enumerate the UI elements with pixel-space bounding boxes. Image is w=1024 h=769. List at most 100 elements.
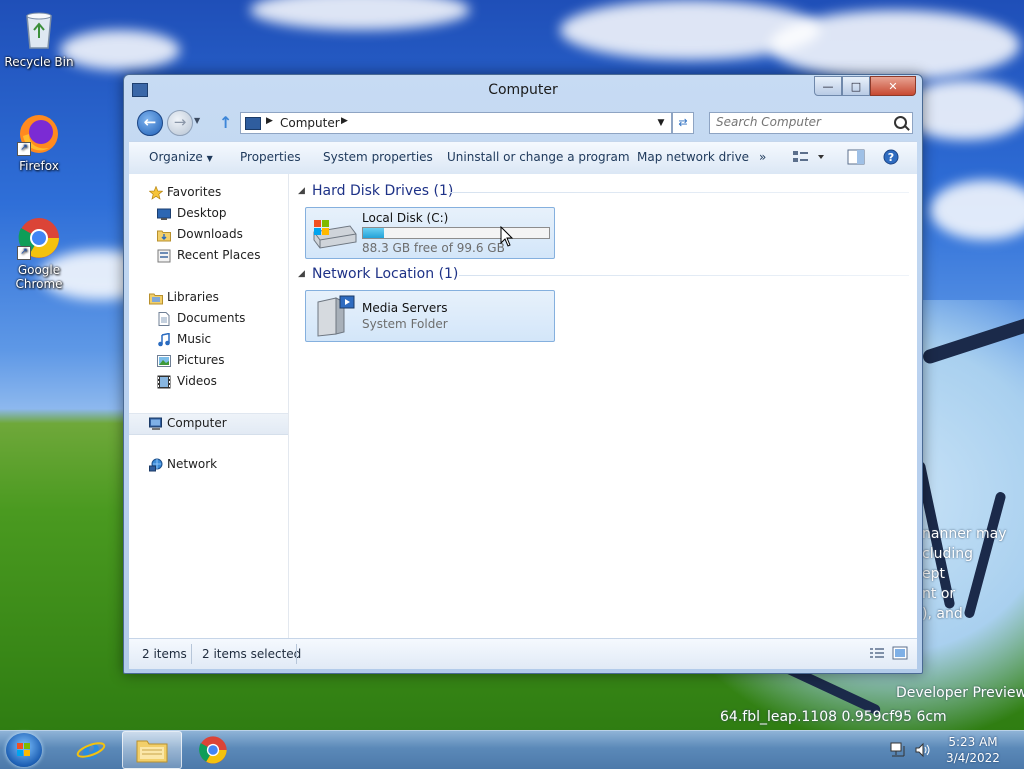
volume-icon[interactable]	[914, 742, 932, 758]
desktop-icon-chrome[interactable]: ↗ Google Chrome	[1, 216, 77, 291]
nav-pictures[interactable]: Pictures	[129, 351, 288, 371]
watermark-line: nt or	[922, 586, 956, 602]
view-options-icon	[793, 151, 824, 162]
organize-label: Organize	[149, 150, 203, 164]
drive-capacity-bar	[362, 227, 550, 239]
close-button[interactable]: ✕	[870, 76, 916, 96]
status-divider	[296, 644, 297, 664]
watermark-line: nanner may	[922, 526, 1007, 542]
nav-computer[interactable]: Computer	[129, 413, 288, 435]
search-box	[709, 112, 913, 134]
drive-tile-local-disk-c[interactable]: Local Disk (C:) 88.3 GB free of 99.6 GB	[305, 207, 555, 259]
media-server-icon	[317, 295, 355, 337]
nav-label: Computer	[167, 416, 227, 430]
more-commands-button[interactable]: »	[759, 150, 766, 164]
nav-label: Pictures	[177, 353, 225, 367]
nav-recent-places[interactable]: Recent Places	[129, 246, 288, 266]
group-header-network-location[interactable]: Network Location (1)	[312, 266, 458, 282]
search-icon[interactable]	[894, 116, 907, 129]
nav-label: Documents	[177, 311, 246, 325]
folder-icon	[136, 740, 168, 763]
title-bar[interactable]: Computer — □ ✕	[124, 75, 922, 105]
watermark-line: ept	[922, 566, 945, 582]
drive-free-space: 88.3 GB free of 99.6 GB	[362, 241, 505, 255]
maximize-button[interactable]: □	[842, 76, 870, 96]
change-view-button[interactable]	[792, 149, 828, 168]
drive-capacity-fill	[363, 228, 385, 238]
libraries-icon	[149, 293, 163, 305]
nav-libraries[interactable]: Libraries	[129, 288, 288, 308]
network-location-name: Media Servers	[362, 301, 448, 315]
downloads-folder-icon	[157, 230, 171, 242]
music-icon	[158, 333, 170, 347]
breadcrumb-computer[interactable]: Computer	[280, 116, 340, 130]
firefox-icon: ↗	[17, 112, 61, 156]
windows-logo-icon	[17, 743, 31, 757]
watermark-line: cluding	[922, 546, 973, 562]
large-icons-view-button[interactable]	[892, 646, 908, 663]
watermark-build-number: 64.fbl_leap.1108 0.959cf95 6cm	[720, 709, 947, 725]
nav-desktop[interactable]: Desktop	[129, 204, 288, 224]
nav-label: Recent Places	[177, 248, 261, 262]
nav-downloads[interactable]: Downloads	[129, 225, 288, 245]
chrome-icon	[199, 736, 227, 764]
nav-label: Libraries	[167, 290, 219, 304]
large-icons-view-icon	[892, 646, 908, 660]
breadcrumb-chevron-icon[interactable]: ▶	[266, 116, 273, 126]
address-bar[interactable]: ▶ Computer ▶ ▼	[240, 112, 672, 134]
taskbar-chrome[interactable]	[184, 731, 242, 767]
help-icon: ?	[883, 149, 899, 165]
system-clock[interactable]: 5:23 AM 3/4/2022	[946, 734, 1000, 766]
taskbar-file-explorer[interactable]	[122, 731, 182, 769]
network-tile-media-servers[interactable]: Media Servers System Folder	[305, 290, 555, 342]
nav-label: Music	[177, 332, 212, 346]
map-network-drive-button[interactable]: Map network drive	[637, 150, 749, 164]
arrow-up-icon: ↑	[219, 113, 233, 132]
arrow-left-icon: ←	[143, 113, 157, 131]
breadcrumb-chevron-icon[interactable]: ▶	[341, 116, 348, 126]
uninstall-program-button[interactable]: Uninstall or change a program	[447, 150, 630, 164]
desktop-icon-firefox[interactable]: ↗ Firefox	[1, 112, 77, 173]
group-header-hard-disk-drives[interactable]: Hard Disk Drives (1)	[312, 183, 453, 199]
nav-music[interactable]: Music	[129, 330, 288, 350]
status-divider	[191, 644, 192, 664]
system-properties-button[interactable]: System properties	[323, 150, 433, 164]
drive-name: Local Disk (C:)	[362, 211, 449, 225]
taskbar-internet-explorer[interactable]: e	[62, 731, 120, 767]
nav-favorites[interactable]: Favorites	[129, 183, 288, 203]
content-area: Favorites Desktop Downloads Recent Place…	[129, 174, 917, 638]
properties-button[interactable]: Properties	[240, 150, 301, 164]
group-collapse-icon[interactable]: ◢	[298, 269, 305, 279]
help-button[interactable]: ?	[883, 149, 899, 168]
clock-time: 5:23 AM	[948, 735, 998, 749]
search-input[interactable]	[710, 113, 886, 131]
network-tray-icon[interactable]	[890, 742, 908, 758]
hard-drive-icon	[313, 220, 357, 249]
details-view-button[interactable]	[869, 647, 885, 664]
nav-videos[interactable]: Videos	[129, 372, 288, 392]
nav-network[interactable]: Network	[129, 455, 288, 475]
arrow-right-icon: →	[173, 113, 187, 131]
nav-label: Network	[167, 457, 218, 471]
shortcut-arrow-icon: ↗	[17, 142, 31, 156]
desktop-icon-label: Google Chrome	[15, 263, 63, 291]
recent-locations-dropdown[interactable]: ▼	[194, 116, 200, 125]
window-title: Computer	[488, 82, 558, 98]
group-collapse-icon[interactable]: ◢	[298, 186, 305, 196]
address-dropdown-button[interactable]: ▼	[653, 115, 669, 131]
back-button[interactable]: ←	[137, 110, 163, 136]
up-button[interactable]: ↑	[219, 113, 232, 132]
pictures-icon	[157, 355, 171, 367]
refresh-button[interactable]: ⇄	[672, 112, 694, 134]
navigation-pane: Favorites Desktop Downloads Recent Place…	[129, 174, 289, 638]
desktop-icon-label: Firefox	[19, 159, 59, 173]
desktop-icon-recycle-bin[interactable]: Recycle Bin	[1, 8, 77, 69]
start-button[interactable]	[6, 733, 42, 767]
desktop-icon	[157, 208, 171, 220]
forward-button[interactable]: →	[167, 110, 193, 136]
organize-button[interactable]: Organize ▼	[149, 150, 213, 164]
preview-pane-button[interactable]	[847, 149, 865, 168]
svg-text:e: e	[82, 735, 100, 763]
nav-documents[interactable]: Documents	[129, 309, 288, 329]
minimize-button[interactable]: —	[814, 76, 842, 96]
